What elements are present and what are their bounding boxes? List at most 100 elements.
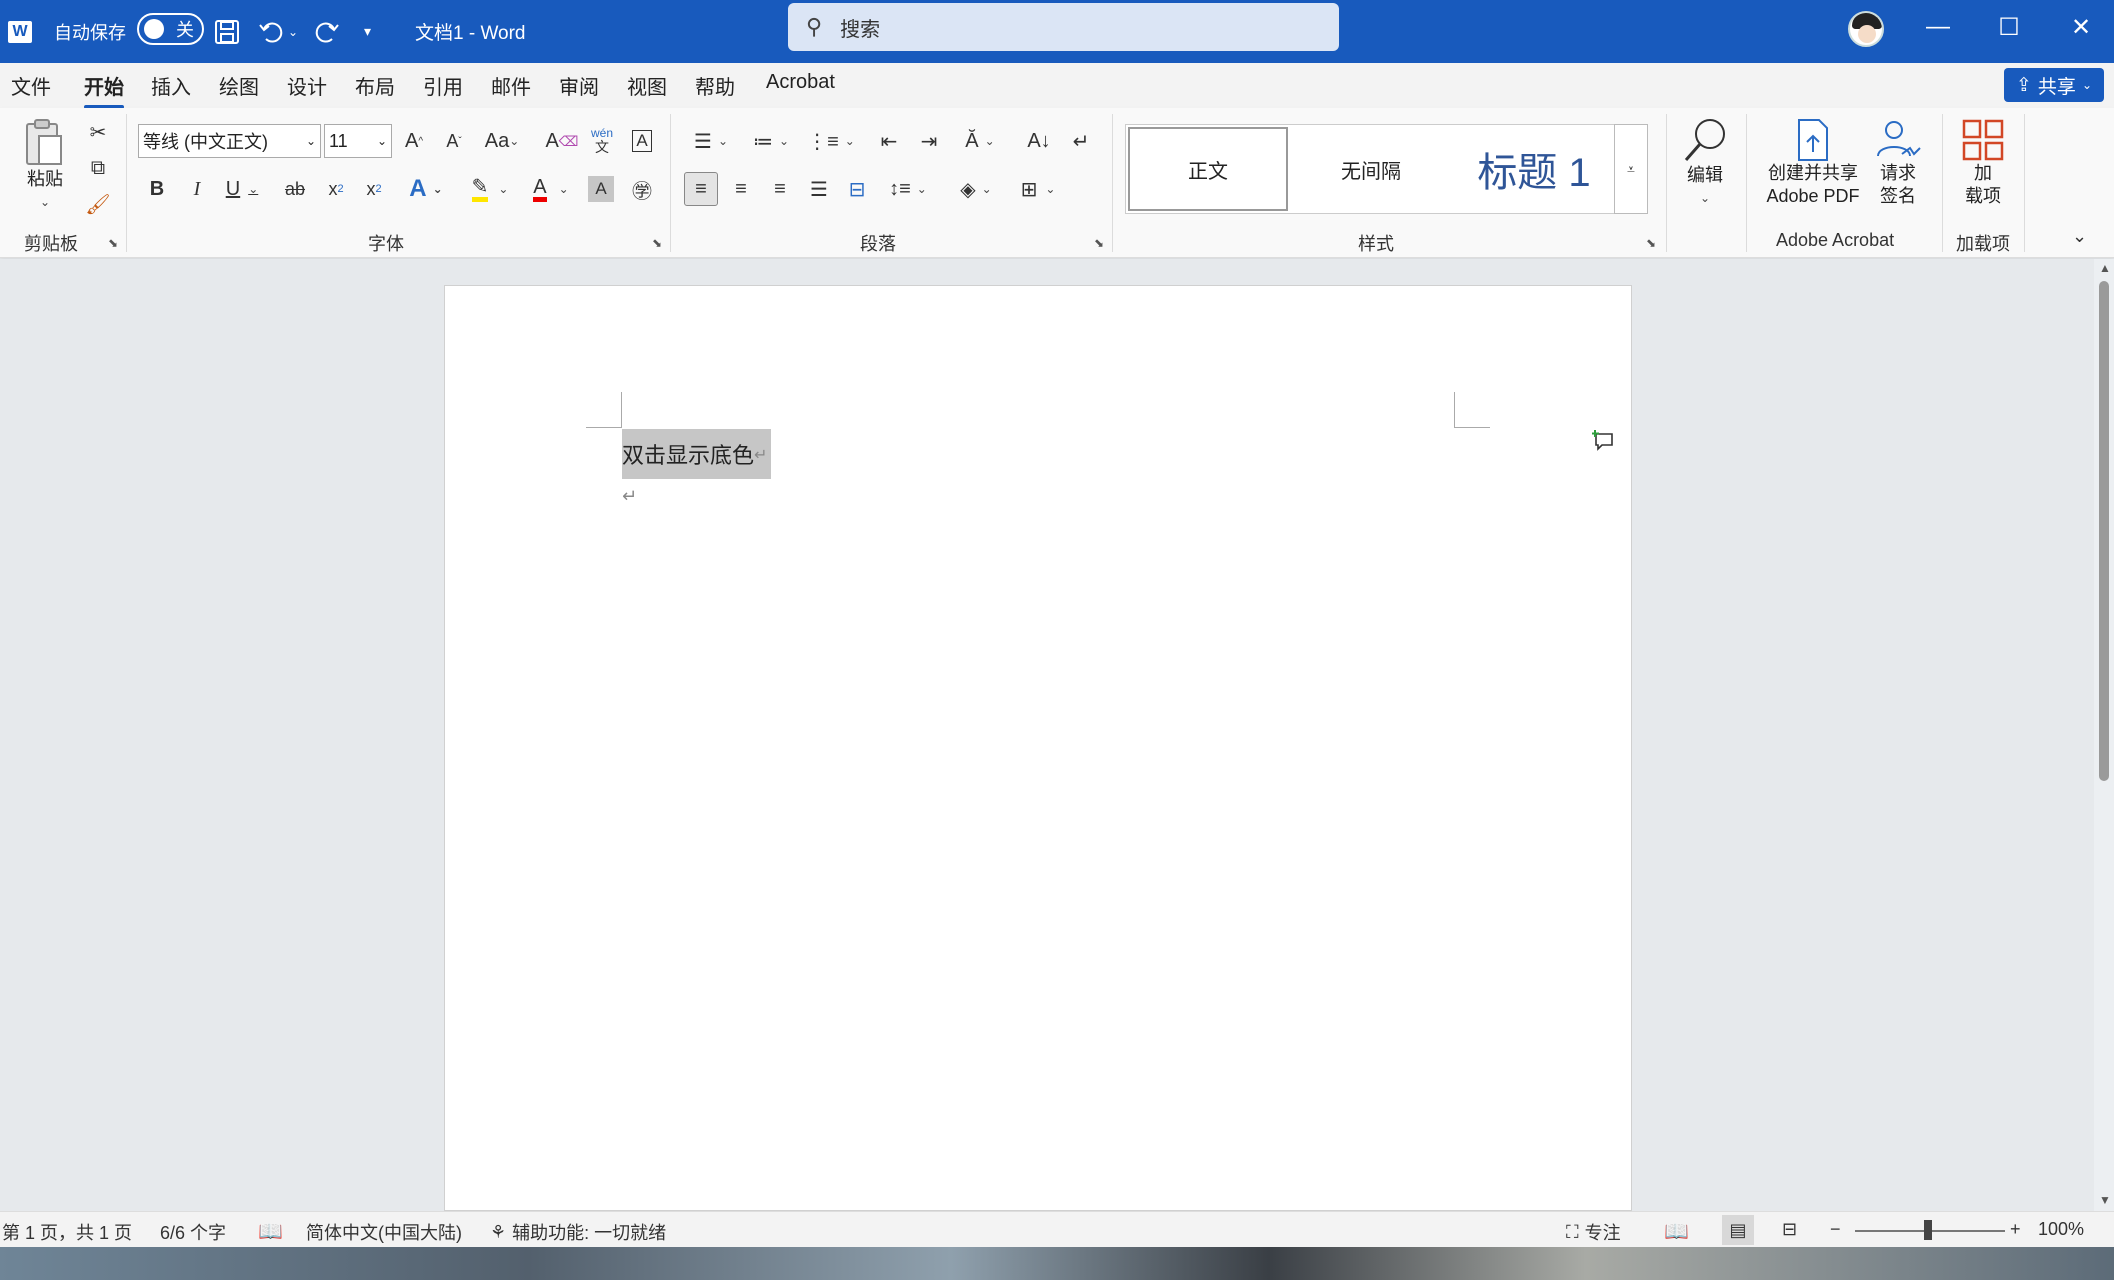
tab-references[interactable]: 引用 bbox=[423, 71, 463, 100]
undo-dropdown-icon[interactable]: ⌄ bbox=[288, 0, 298, 63]
style-heading-1[interactable]: 标题 1 bbox=[1454, 127, 1614, 211]
zoom-slider-thumb[interactable] bbox=[1924, 1220, 1932, 1240]
sort-icon[interactable]: A↓ bbox=[1024, 126, 1054, 156]
justify-icon[interactable]: ☰ bbox=[804, 174, 834, 204]
maximize-icon[interactable]: ☐ bbox=[1974, 0, 2044, 54]
share-icon: ⇪ bbox=[2016, 74, 2032, 96]
tab-help[interactable]: 帮助 bbox=[695, 71, 735, 100]
align-right-icon[interactable]: ≡ bbox=[765, 174, 795, 204]
addins-button[interactable]: 加 载项 bbox=[1958, 118, 2008, 208]
editing-button[interactable]: 编辑 ⌄ bbox=[1680, 116, 1730, 210]
proofing-icon[interactable]: 📖 bbox=[258, 1219, 283, 1244]
format-painter-icon[interactable]: 🖌 bbox=[84, 190, 112, 218]
superscript-icon[interactable]: x2 bbox=[360, 174, 388, 204]
new-comment-icon[interactable] bbox=[1592, 428, 1616, 458]
zoom-out-icon[interactable]: − bbox=[1830, 1219, 1841, 1240]
selected-text[interactable]: 双击显示底色 ↵ bbox=[622, 429, 772, 479]
tab-insert[interactable]: 插入 bbox=[151, 71, 191, 100]
paste-button[interactable]: 粘贴 ⌄ bbox=[22, 118, 68, 214]
enclose-characters-icon[interactable]: ㊫ bbox=[628, 174, 656, 204]
undo-icon[interactable] bbox=[258, 0, 284, 63]
redo-icon[interactable] bbox=[314, 0, 340, 63]
vertical-scrollbar[interactable]: ▲ ▼ bbox=[2094, 259, 2114, 1211]
bold-icon[interactable]: B bbox=[144, 174, 170, 204]
clear-formatting-icon[interactable]: A ⌫ bbox=[545, 126, 578, 156]
shading-icon[interactable]: ◈ ⌄ bbox=[952, 174, 1000, 204]
word-count[interactable]: 6/6 个字 bbox=[160, 1219, 226, 1245]
highlight-icon[interactable]: ✎ ⌄ bbox=[464, 174, 516, 204]
phonetic-guide-icon[interactable]: wén 文 bbox=[588, 122, 616, 158]
text-effects-icon[interactable]: A ⌄ bbox=[402, 174, 450, 204]
customize-qat-icon[interactable]: ▾ bbox=[364, 0, 371, 63]
font-color-icon[interactable]: A ⌄ bbox=[526, 174, 576, 204]
line-spacing-icon[interactable]: ↕≡ ⌄ bbox=[884, 174, 932, 204]
multilevel-list-icon[interactable]: ⋮≡ ⌄ bbox=[806, 126, 856, 156]
styles-more-icon[interactable]: ⩡ bbox=[1614, 124, 1648, 214]
strikethrough-icon[interactable]: ab bbox=[280, 174, 310, 204]
share-button[interactable]: ⇪ 共享 ⌄ bbox=[2004, 68, 2104, 102]
bullets-icon[interactable]: ☰ ⌄ bbox=[686, 126, 736, 156]
save-icon[interactable] bbox=[214, 0, 240, 63]
increase-indent-icon[interactable]: ⇥ bbox=[914, 126, 944, 156]
scrollbar-thumb[interactable] bbox=[2099, 281, 2109, 781]
tab-layout[interactable]: 布局 bbox=[355, 71, 395, 100]
print-layout-icon[interactable]: ▤ bbox=[1722, 1215, 1754, 1245]
style-normal[interactable]: 正文 bbox=[1128, 127, 1288, 211]
character-border-icon[interactable]: A bbox=[628, 126, 656, 156]
align-center-icon[interactable]: ≡ bbox=[726, 174, 756, 204]
zoom-in-icon[interactable]: + bbox=[2010, 1219, 2021, 1240]
search-icon: ⚲ bbox=[806, 14, 823, 39]
scroll-up-icon[interactable]: ▲ bbox=[2099, 261, 2111, 275]
tab-draw[interactable]: 绘图 bbox=[219, 71, 259, 100]
scroll-down-icon[interactable]: ▼ bbox=[2099, 1193, 2111, 1207]
styles-launcher-icon[interactable]: ⬊ bbox=[1646, 236, 1656, 250]
font-size-select[interactable]: 11 ⌄ bbox=[324, 124, 392, 158]
numbering-icon[interactable]: ≔ ⌄ bbox=[746, 126, 796, 156]
request-signature-button[interactable]: 请求 签名 bbox=[1872, 118, 1924, 208]
web-layout-icon[interactable]: ⊟ bbox=[1782, 1219, 1797, 1240]
paragraph-group-label: 段落 bbox=[860, 234, 896, 254]
page-count[interactable]: 第 1 页，共 1 页 bbox=[2, 1219, 132, 1245]
paragraph-launcher-icon[interactable]: ⬊ bbox=[1094, 236, 1104, 250]
focus-mode[interactable]: ⛶ 专注 bbox=[1566, 1219, 1621, 1245]
tab-acrobat[interactable]: Acrobat bbox=[766, 71, 835, 94]
character-shading-icon[interactable]: A bbox=[588, 176, 614, 202]
copy-icon[interactable]: ⧉ bbox=[84, 154, 112, 182]
cut-icon[interactable]: ✂ bbox=[84, 118, 112, 146]
language-status[interactable]: 简体中文(中国大陆) bbox=[306, 1219, 462, 1245]
create-share-pdf-button[interactable]: 创建并共享 Adobe PDF bbox=[1758, 118, 1868, 208]
read-mode-icon[interactable]: 📖 bbox=[1664, 1219, 1689, 1244]
align-left-icon[interactable]: ≡ bbox=[684, 172, 718, 206]
grow-font-icon[interactable]: A ^ bbox=[400, 126, 428, 156]
zoom-level[interactable]: 100% bbox=[2038, 1219, 2084, 1240]
tab-home[interactable]: 开始 bbox=[84, 71, 124, 109]
asian-layout-icon[interactable]: Ӑ ⌄ bbox=[956, 126, 1004, 156]
change-case-icon[interactable]: Aa ⌄ bbox=[482, 126, 522, 156]
shrink-font-icon[interactable]: Aˇ bbox=[440, 126, 468, 156]
font-name-select[interactable]: 等线 (中文正文) ⌄ bbox=[138, 124, 321, 158]
tab-mailings[interactable]: 邮件 bbox=[491, 71, 531, 100]
autosave-toggle[interactable]: 关 bbox=[137, 13, 204, 45]
search-box[interactable]: ⚲ 搜索 bbox=[788, 3, 1339, 51]
avatar[interactable] bbox=[1848, 11, 1884, 47]
font-launcher-icon[interactable]: ⬊ bbox=[652, 236, 662, 250]
tab-design[interactable]: 设计 bbox=[287, 71, 327, 100]
minimize-icon[interactable]: — bbox=[1903, 0, 1973, 54]
subscript-icon[interactable]: x2 bbox=[322, 174, 350, 204]
tab-file[interactable]: 文件 bbox=[11, 71, 51, 100]
collapse-ribbon-icon[interactable]: ⌄ bbox=[2072, 226, 2087, 247]
tab-review[interactable]: 审阅 bbox=[559, 71, 599, 100]
request-sign-label-2: 签名 bbox=[1880, 186, 1916, 206]
clipboard-launcher-icon[interactable]: ⬊ bbox=[108, 236, 118, 250]
accessibility-status[interactable]: ⚘ 辅助功能: 一切就绪 bbox=[490, 1219, 666, 1245]
tab-view[interactable]: 视图 bbox=[627, 71, 667, 100]
show-formatting-marks-icon[interactable]: ↵ bbox=[1066, 126, 1096, 156]
italic-icon[interactable]: I bbox=[184, 174, 210, 204]
style-no-spacing[interactable]: 无间隔 bbox=[1291, 127, 1451, 211]
borders-icon[interactable]: ⊞ ⌄ bbox=[1014, 174, 1062, 204]
distributed-icon[interactable]: ⊟ bbox=[842, 174, 872, 204]
close-icon[interactable]: ✕ bbox=[2046, 0, 2114, 54]
decrease-indent-icon[interactable]: ⇤ bbox=[874, 126, 904, 156]
word-app-icon[interactable]: W bbox=[8, 0, 38, 63]
underline-icon[interactable]: U ⌄ bbox=[222, 174, 262, 204]
